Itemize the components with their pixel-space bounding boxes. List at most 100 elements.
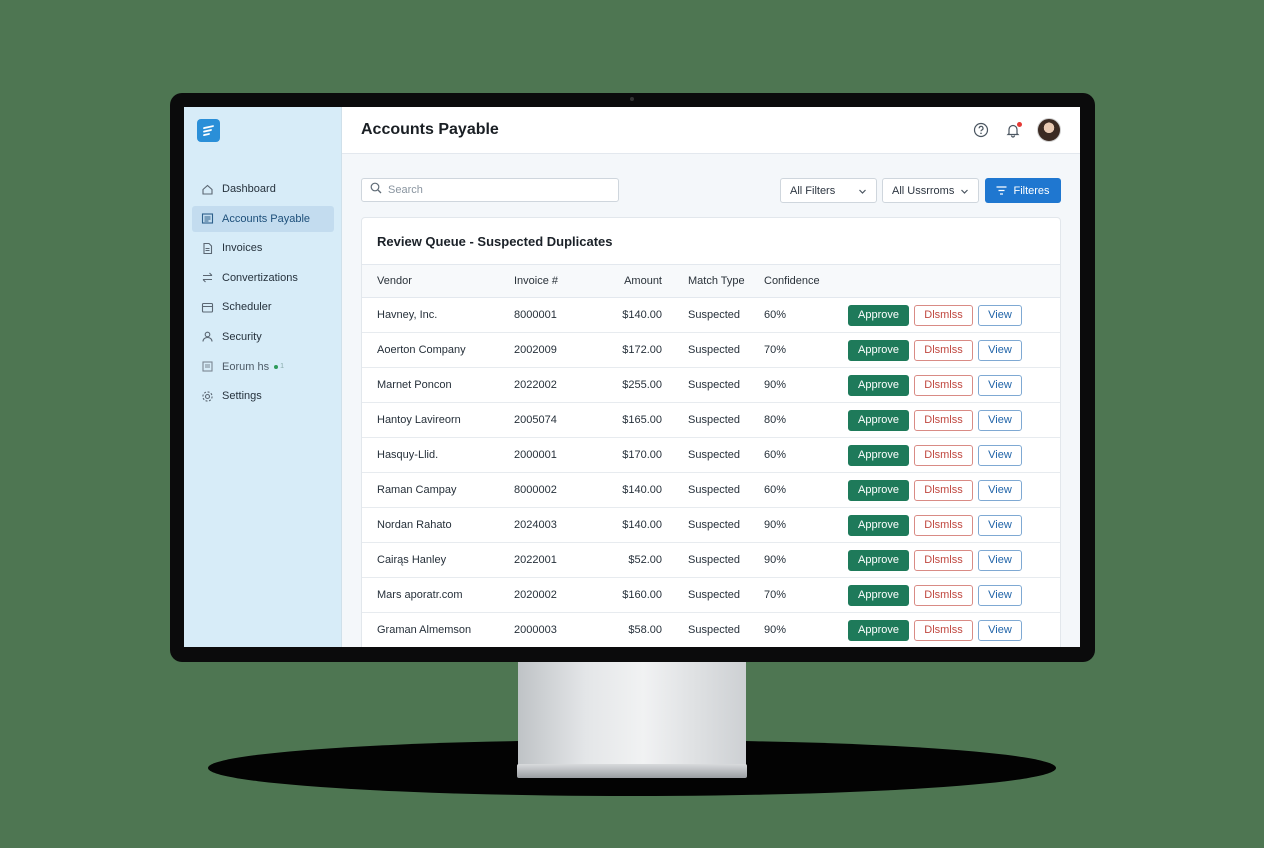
- column-header-amount[interactable]: Amount: [604, 264, 662, 298]
- sidebar-item-scheduler[interactable]: Scheduler: [192, 294, 334, 320]
- vendor-cell: Hantoy Lavireorn: [362, 402, 514, 438]
- amount-cell: $52.00: [604, 542, 662, 578]
- view-button[interactable]: View: [978, 584, 1022, 606]
- column-header-vendor[interactable]: Vendor: [362, 264, 514, 298]
- view-button[interactable]: View: [978, 304, 1022, 326]
- app-logo-icon[interactable]: [197, 119, 220, 142]
- sidebar-item-label: Settings: [222, 390, 262, 403]
- dismiss-button[interactable]: Dlsmlss: [914, 549, 973, 571]
- dismiss-button[interactable]: Dlsmlss: [914, 584, 973, 606]
- actions-cell: Approve Dlsmlss View: [848, 612, 1060, 647]
- table-row[interactable]: Nordan Rahato 2024003 $140.00 Suspected 90% A…: [362, 507, 1060, 543]
- view-button[interactable]: View: [978, 549, 1022, 571]
- column-header-match-type[interactable]: Match Type: [662, 264, 764, 298]
- main-content: Accounts Payable All Filters All Ussrrom…: [342, 107, 1080, 647]
- amount-cell: $255.00: [604, 367, 662, 403]
- top-icons: [957, 118, 1061, 142]
- confidence-cell: 60%: [764, 437, 848, 473]
- match-type-cell: Suspected: [662, 612, 764, 647]
- search-icon: [370, 181, 382, 199]
- sidebar-item-label: Convertizations: [222, 271, 298, 284]
- table-row[interactable]: Marnet Poncon 2022002 $255.00 Suspected 90% A…: [362, 367, 1060, 403]
- table-row[interactable]: Havney, Inc. 8000001 $140.00 Suspected 60% Ap…: [362, 297, 1060, 333]
- actions-cell: Approve Dlsmlss View: [848, 297, 1060, 333]
- invoice-cell: 2022001: [514, 542, 604, 578]
- home-icon: [201, 183, 214, 196]
- column-header-invoice[interactable]: Invoice #: [514, 264, 604, 298]
- app-screen: Dashboard Accounts Payable Invoices Conv…: [184, 107, 1080, 647]
- amount-cell: $170.00: [604, 437, 662, 473]
- approve-button[interactable]: Approve: [848, 339, 909, 361]
- sidebar-item-accounts-payable[interactable]: Accounts Payable: [192, 205, 334, 232]
- column-header-confidence[interactable]: Confidence: [764, 264, 848, 298]
- filter-icon: [996, 186, 1007, 195]
- select-value: All Filters: [790, 184, 836, 197]
- filter-select-users[interactable]: All Ussrroms: [882, 178, 979, 203]
- match-type-cell: Suspected: [662, 437, 764, 473]
- sidebar-item-security[interactable]: Security: [192, 324, 334, 350]
- amount-cell: $140.00: [604, 297, 662, 333]
- vendor-cell: Marnet Poncon: [362, 367, 514, 403]
- card-title: Review Queue - Suspected Duplicates: [377, 234, 613, 249]
- invoice-cell: 2024003: [514, 507, 604, 543]
- filters-button[interactable]: Filteres: [985, 178, 1061, 203]
- duplicates-table: Vendor Invoice # Amount Match Type Confi…: [362, 264, 1060, 647]
- table-row[interactable]: Hasquy-Llid. 2000001 $170.00 Suspected 60% Ap…: [362, 437, 1060, 473]
- view-button[interactable]: View: [978, 339, 1022, 361]
- actions-cell: Approve Dlsmlss View: [848, 577, 1060, 613]
- approve-button[interactable]: Approve: [848, 514, 909, 536]
- table-row[interactable]: Graman Almemson 2000003 $58.00 Suspected 90%…: [362, 612, 1060, 647]
- bell-icon[interactable]: [1005, 122, 1022, 138]
- dismiss-button[interactable]: Dlsmlss: [914, 514, 973, 536]
- table-row[interactable]: Cairąs Hanley 2022001 $52.00 Suspected 90% Ap…: [362, 542, 1060, 578]
- view-button[interactable]: View: [978, 619, 1022, 641]
- filter-select-all-filters[interactable]: All Filters: [780, 178, 877, 203]
- status-dot: [274, 364, 279, 369]
- view-button[interactable]: View: [978, 479, 1022, 501]
- search-box[interactable]: [361, 178, 619, 202]
- sidebar-item-label: Scheduler: [222, 301, 272, 314]
- invoice-cell: 2022002: [514, 367, 604, 403]
- table-row[interactable]: Hantoy Lavireorn 2005074 $165.00 Suspected 8…: [362, 402, 1060, 438]
- dismiss-button[interactable]: Dlsmlss: [914, 409, 973, 431]
- sidebar-item-settings[interactable]: Settings: [192, 383, 334, 409]
- approve-button[interactable]: Approve: [848, 409, 909, 431]
- view-button[interactable]: View: [978, 374, 1022, 396]
- dismiss-button[interactable]: Dlsmlss: [914, 444, 973, 466]
- confidence-cell: 70%: [764, 577, 848, 613]
- toolbar: All Filters All Ussrroms Filteres: [361, 177, 1061, 203]
- dismiss-button[interactable]: Dlsmlss: [914, 619, 973, 641]
- table-row[interactable]: Mars aporatr.com 2020002 $160.00 Suspected 7…: [362, 577, 1060, 613]
- vendor-cell: Graman Almemson: [362, 612, 514, 647]
- dismiss-button[interactable]: Dlsmlss: [914, 304, 973, 326]
- approve-button[interactable]: Approve: [848, 374, 909, 396]
- approve-button[interactable]: Approve: [848, 479, 909, 501]
- sidebar-item-forum[interactable]: Eorum hs 1: [192, 354, 334, 380]
- approve-button[interactable]: Approve: [848, 619, 909, 641]
- dismiss-button[interactable]: Dlsmlss: [914, 339, 973, 361]
- dismiss-button[interactable]: Dlsmlss: [914, 479, 973, 501]
- invoice-cell: 2000003: [514, 612, 604, 647]
- sidebar-item-label: Dashboard: [222, 183, 276, 195]
- view-button[interactable]: View: [978, 514, 1022, 536]
- search-input[interactable]: [388, 184, 608, 196]
- dismiss-button[interactable]: Dlsmlss: [914, 374, 973, 396]
- view-button[interactable]: View: [978, 444, 1022, 466]
- help-icon[interactable]: [973, 122, 989, 138]
- table-row[interactable]: Aoerton Company 2002009 $172.00 Suspected 70…: [362, 332, 1060, 368]
- approve-button[interactable]: Approve: [848, 444, 909, 466]
- avatar[interactable]: [1037, 118, 1061, 142]
- table-body: Havney, Inc. 8000001 $140.00 Suspected 60% Ap…: [362, 297, 1060, 647]
- invoice-cell: 2020002: [514, 577, 604, 613]
- approve-button[interactable]: Approve: [848, 549, 909, 571]
- view-button[interactable]: View: [978, 409, 1022, 431]
- sidebar-item-label: Accounts Payable: [222, 212, 311, 225]
- approve-button[interactable]: Approve: [848, 584, 909, 606]
- amount-cell: $165.00: [604, 402, 662, 438]
- approve-button[interactable]: Approve: [848, 304, 909, 326]
- table-row[interactable]: Raman Campay 8000002 $140.00 Suspected 60% Ap…: [362, 472, 1060, 508]
- top-bar: Accounts Payable: [342, 107, 1080, 154]
- sidebar-item-dashboard[interactable]: Dashboard: [192, 176, 334, 202]
- sidebar-item-invoices[interactable]: Invoices: [192, 235, 334, 261]
- sidebar-item-convertizations[interactable]: Convertizations: [192, 265, 334, 291]
